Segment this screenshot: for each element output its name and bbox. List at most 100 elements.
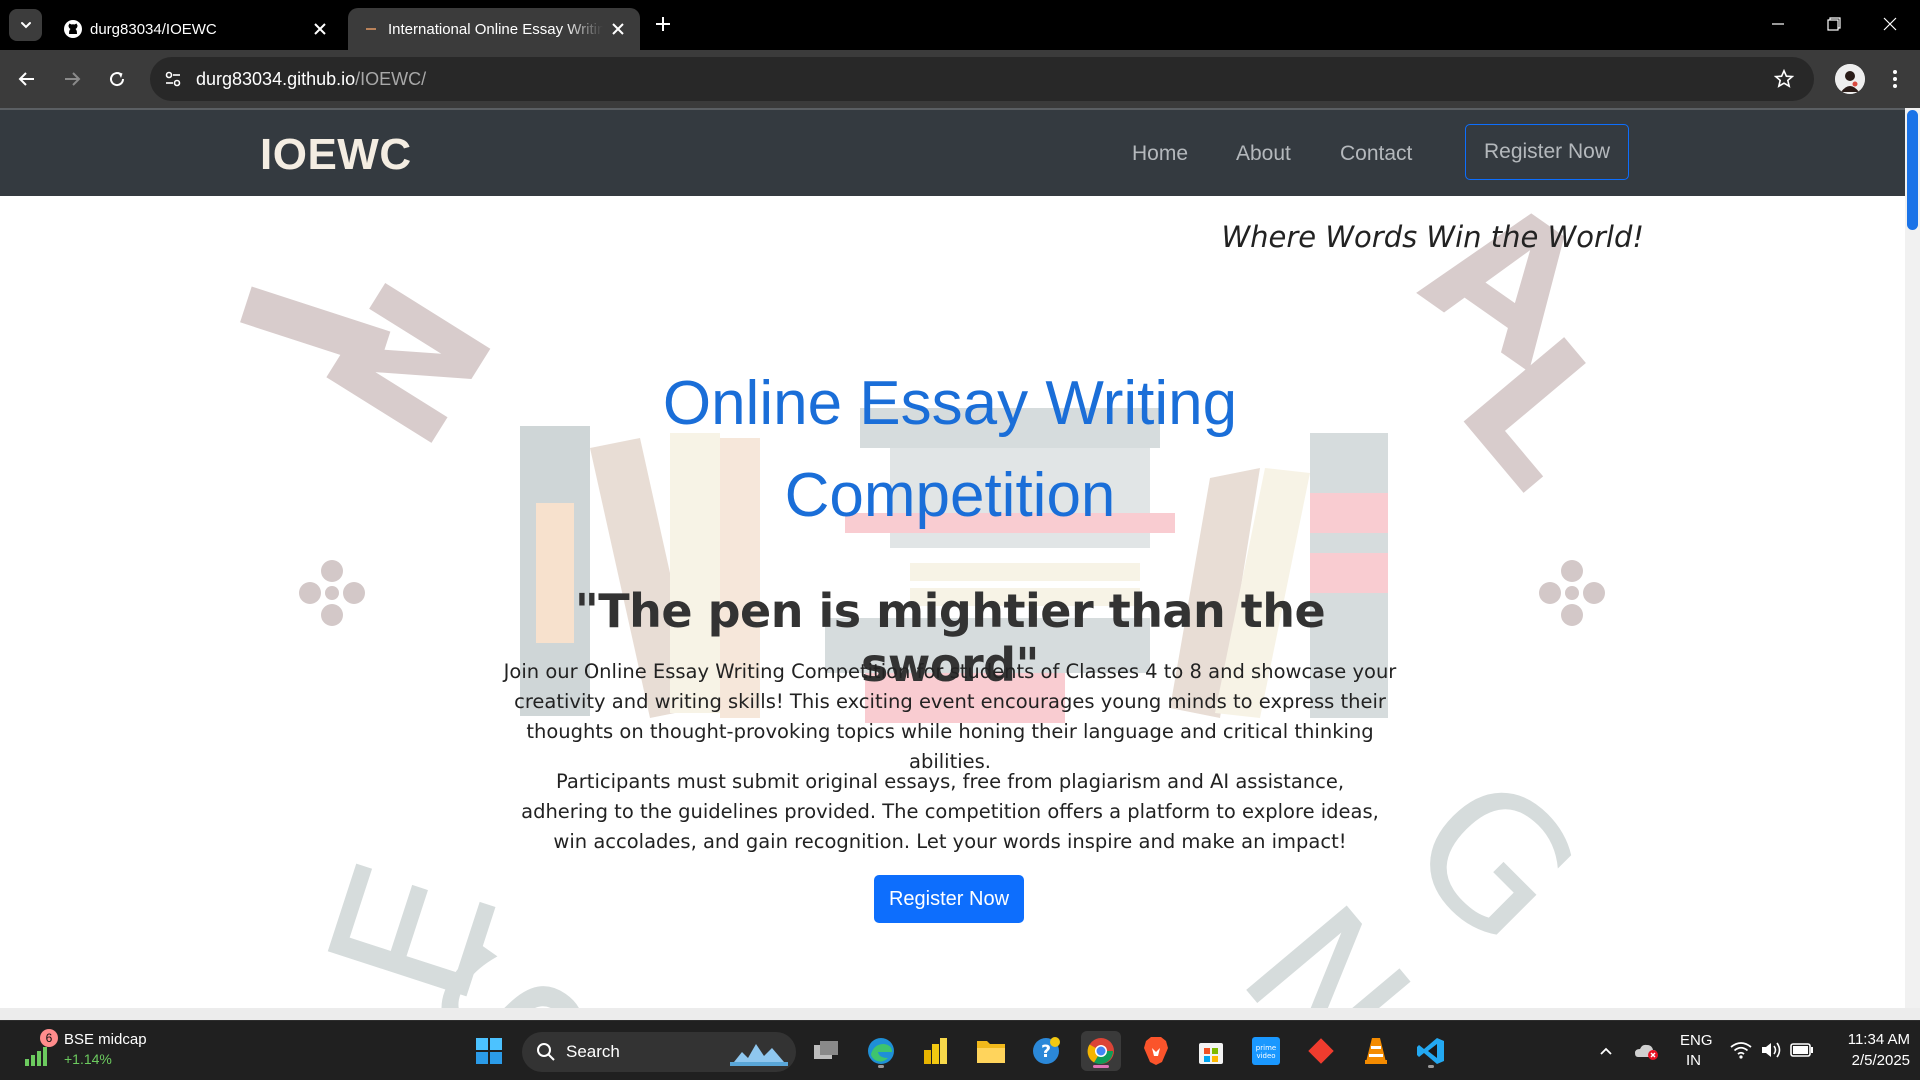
arrow-right-icon bbox=[65, 72, 81, 86]
language-indicator[interactable]: ENG bbox=[1680, 1032, 1713, 1049]
browser-tab-strip: durg83034/IOEWC International Online Ess… bbox=[0, 0, 1920, 50]
close-icon bbox=[1883, 17, 1897, 31]
taskbar-search-box[interactable]: Search bbox=[522, 1032, 796, 1072]
nav-link-about[interactable]: About bbox=[1236, 142, 1291, 166]
task-view-button[interactable] bbox=[806, 1031, 846, 1071]
site-brand-logo[interactable]: IOEWC bbox=[260, 130, 412, 180]
task-view-icon bbox=[814, 1041, 838, 1059]
hero-title: Online Essay Writing Competition bbox=[662, 369, 1238, 530]
chrome-icon bbox=[1087, 1038, 1114, 1064]
bookmark-star-icon[interactable] bbox=[1772, 67, 1796, 91]
profile-avatar[interactable] bbox=[1835, 64, 1865, 94]
taskbar-microsoft-store[interactable] bbox=[1191, 1031, 1231, 1071]
close-tab-icon[interactable] bbox=[310, 19, 330, 39]
tab-github[interactable]: durg83034/IOEWC bbox=[50, 8, 342, 50]
stock-chart-icon bbox=[25, 1047, 47, 1066]
microsoft-store-icon bbox=[1199, 1043, 1223, 1064]
flower-ornament-left bbox=[299, 560, 365, 626]
taskbar-file-explorer[interactable] bbox=[971, 1031, 1011, 1071]
onedrive-error-icon[interactable] bbox=[1634, 1041, 1660, 1061]
close-tab-icon[interactable] bbox=[608, 19, 628, 39]
page-viewport: I N A L E S N G bbox=[0, 108, 1920, 1008]
nav-link-home[interactable]: Home bbox=[1132, 142, 1188, 166]
volume-icon[interactable] bbox=[1760, 1041, 1782, 1059]
more-vert-icon bbox=[1893, 70, 1897, 88]
taskbar-help[interactable]: ? bbox=[1026, 1031, 1066, 1071]
site-navbar: IOEWC Home About Contact Register Now bbox=[0, 108, 1905, 196]
tab-ioewc[interactable]: International Online Essay Writing Compe… bbox=[348, 8, 640, 50]
help-icon: ? bbox=[1033, 1037, 1060, 1064]
clock-date: 2/5/2025 bbox=[1851, 1052, 1910, 1069]
address-bar[interactable]: durg83034.github.io/IOEWC/ bbox=[150, 57, 1814, 101]
url-text: durg83034.github.io/IOEWC/ bbox=[196, 69, 427, 89]
battery-icon[interactable] bbox=[1790, 1043, 1814, 1057]
nav-link-contact[interactable]: Contact bbox=[1340, 142, 1412, 166]
taskbar-brave[interactable] bbox=[1136, 1031, 1176, 1071]
windows-start-icon bbox=[476, 1038, 502, 1064]
widget-value: +1.14% bbox=[64, 1051, 112, 1067]
flower-ornament-right bbox=[1539, 560, 1605, 626]
search-label: Search bbox=[566, 1042, 620, 1061]
clock-time: 11:34 AM bbox=[1847, 1031, 1910, 1048]
power-bi-icon bbox=[924, 1038, 947, 1064]
brave-icon bbox=[1144, 1037, 1168, 1065]
reload-icon bbox=[110, 72, 125, 87]
chevron-up-icon[interactable] bbox=[1598, 1043, 1614, 1059]
edge-icon bbox=[868, 1038, 894, 1064]
search-icon bbox=[537, 1043, 555, 1061]
page-bottom-edge bbox=[0, 1008, 1920, 1020]
svg-text:video: video bbox=[1256, 1052, 1275, 1060]
browser-menu-button[interactable] bbox=[1880, 63, 1910, 95]
svg-text:N: N bbox=[290, 252, 533, 478]
register-now-button[interactable]: Register Now bbox=[874, 875, 1024, 923]
plus-icon bbox=[656, 17, 670, 31]
start-button[interactable] bbox=[469, 1031, 509, 1071]
back-button[interactable] bbox=[10, 62, 44, 96]
region-indicator[interactable]: IN bbox=[1686, 1052, 1701, 1069]
minimize-button[interactable] bbox=[1758, 8, 1798, 40]
browser-toolbar: durg83034.github.io/IOEWC/ bbox=[0, 50, 1920, 108]
restore-button[interactable] bbox=[1814, 8, 1854, 40]
stock-widget[interactable]: 6 BSE midcap +1.14% bbox=[20, 1029, 160, 1073]
notification-badge: 6 bbox=[40, 1029, 58, 1047]
nav-register-button[interactable]: Register Now bbox=[1465, 124, 1629, 180]
taskbar-vscode[interactable] bbox=[1411, 1031, 1451, 1071]
taskbar-git[interactable] bbox=[1301, 1031, 1341, 1071]
github-icon bbox=[63, 19, 83, 39]
taskbar-clock[interactable]: 11:34 AM 2/5/2025 bbox=[1820, 1029, 1910, 1071]
scrollbar-thumb[interactable] bbox=[1907, 110, 1918, 230]
search-highlight-icon bbox=[730, 1044, 788, 1066]
minimize-icon bbox=[1772, 23, 1784, 25]
taskbar-edge[interactable] bbox=[861, 1031, 901, 1071]
close-window-button[interactable] bbox=[1870, 8, 1910, 40]
taskbar-prime-video[interactable]: prime video bbox=[1246, 1031, 1286, 1071]
page-scrollbar[interactable] bbox=[1905, 108, 1920, 1008]
tab-title: International Online Essay Writing Compe… bbox=[388, 21, 603, 38]
new-tab-button[interactable] bbox=[652, 13, 674, 35]
taskbar-power-bi[interactable] bbox=[916, 1031, 956, 1071]
restore-icon bbox=[1827, 17, 1841, 31]
git-icon bbox=[1308, 1038, 1334, 1064]
arrow-left-icon bbox=[18, 72, 34, 86]
svg-text:prime: prime bbox=[1256, 1044, 1276, 1052]
site-favicon-icon bbox=[361, 19, 381, 39]
file-explorer-icon bbox=[977, 1041, 1005, 1063]
site-tagline: Where Words Win the World! bbox=[1221, 220, 1644, 254]
svg-text:?: ? bbox=[1041, 1042, 1051, 1062]
wifi-icon[interactable] bbox=[1730, 1041, 1752, 1059]
forward-button[interactable] bbox=[55, 62, 89, 96]
site-info-icon[interactable] bbox=[160, 66, 186, 92]
hero-paragraph-rules: Participants must submit original essays… bbox=[521, 770, 1379, 853]
reload-button[interactable] bbox=[100, 62, 134, 96]
tab-title: durg83034/IOEWC bbox=[90, 21, 217, 38]
hero-paragraph-intro: Join our Online Essay Writing Competitio… bbox=[503, 660, 1397, 773]
taskbar-vlc[interactable] bbox=[1356, 1031, 1396, 1071]
windows-taskbar: 6 BSE midcap +1.14% Search ? primevideo bbox=[0, 1020, 1920, 1080]
vlc-icon bbox=[1365, 1038, 1387, 1064]
tab-search-button[interactable] bbox=[9, 9, 42, 41]
vscode-icon bbox=[1417, 1038, 1444, 1064]
chevron-down-icon bbox=[20, 22, 31, 29]
prime-video-icon: primevideo bbox=[1252, 1037, 1280, 1065]
taskbar-chrome[interactable] bbox=[1081, 1031, 1121, 1071]
widget-title: BSE midcap bbox=[64, 1031, 147, 1048]
